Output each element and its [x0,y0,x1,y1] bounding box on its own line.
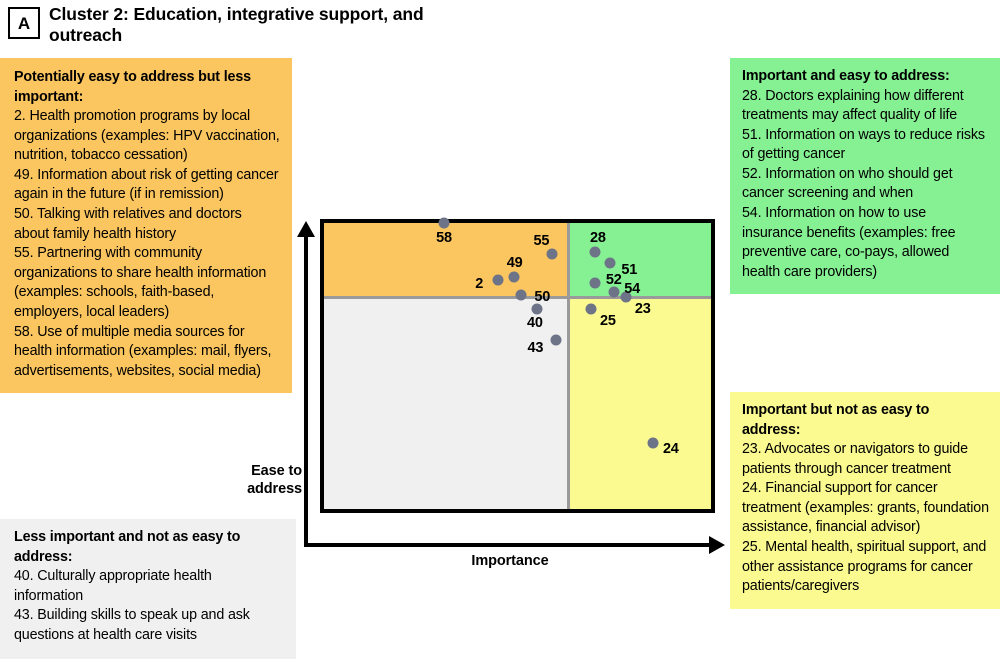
callout-title: Important but not as easy to address: [742,402,930,438]
data-point-label: 23 [634,301,651,318]
quadrant-bottom-right [570,299,711,509]
data-point-label: 52 [605,272,622,289]
data-point-label: 40 [526,314,543,331]
y-axis-arrowhead-icon [297,221,315,237]
callout-body: 40. Culturally appropriate health inform… [14,568,250,643]
callout-important-not-as-easy: Important but not as easy to address: 23… [730,392,1000,609]
x-axis-line [304,543,712,547]
panel-letter-badge: A [8,7,40,39]
quadrant-divider-vertical [567,223,570,509]
data-point-label: 54 [624,280,640,297]
callout-title: Potentially easy to address but less imp… [14,69,251,105]
callout-body: 2. Health promotion programs by local or… [14,108,280,379]
callout-title: Less important and not as easy to addres… [14,529,241,565]
data-point-label: 25 [600,312,616,329]
quadrant-scatter-chart: Ease to address Importance 58 55 49 2 50 28 51… [247,205,735,585]
y-axis-line [304,235,308,547]
data-point [589,246,601,258]
data-point-label: 28 [590,229,606,246]
data-point-label: 51 [621,262,638,279]
callout-body: 28. Doctors explaining how different tre… [742,87,985,280]
y-axis-label: Ease to address [247,463,302,497]
data-point [438,217,450,229]
data-point-label: 24 [662,441,679,458]
data-point-label: 2 [475,276,484,293]
x-axis-arrowhead-icon [709,536,725,554]
data-point-label: 43 [527,340,544,357]
data-point [492,274,504,286]
data-point [589,277,601,289]
data-point-label: 50 [534,288,551,305]
data-point-label: 49 [506,255,523,272]
data-point [515,289,527,300]
panel-header: A Cluster 2: Education, integrative supp… [8,4,469,45]
page-title: Cluster 2: Education, integrative suppor… [49,4,424,45]
data-point [531,303,543,315]
plot-area: 58 55 49 2 50 28 51 52 54 23 25 40 43 24 [320,217,715,513]
x-axis-label: Importance [471,553,549,569]
callout-less-important-not-as-easy: Less important and not as easy to addres… [0,519,296,660]
callout-potentially-easy-less-important: Potentially easy to address but less imp… [0,58,292,394]
data-point [585,303,597,315]
callout-title: Important and easy to address: [742,68,950,84]
data-point [550,334,562,346]
data-point-label: 58 [436,230,452,246]
data-point [604,257,616,269]
data-point [647,437,659,449]
data-point [508,271,520,283]
callout-body: 23. Advocates or navigators to guide pat… [742,441,989,595]
callout-important-and-easy: Important and easy to address: 28. Docto… [730,58,1000,295]
